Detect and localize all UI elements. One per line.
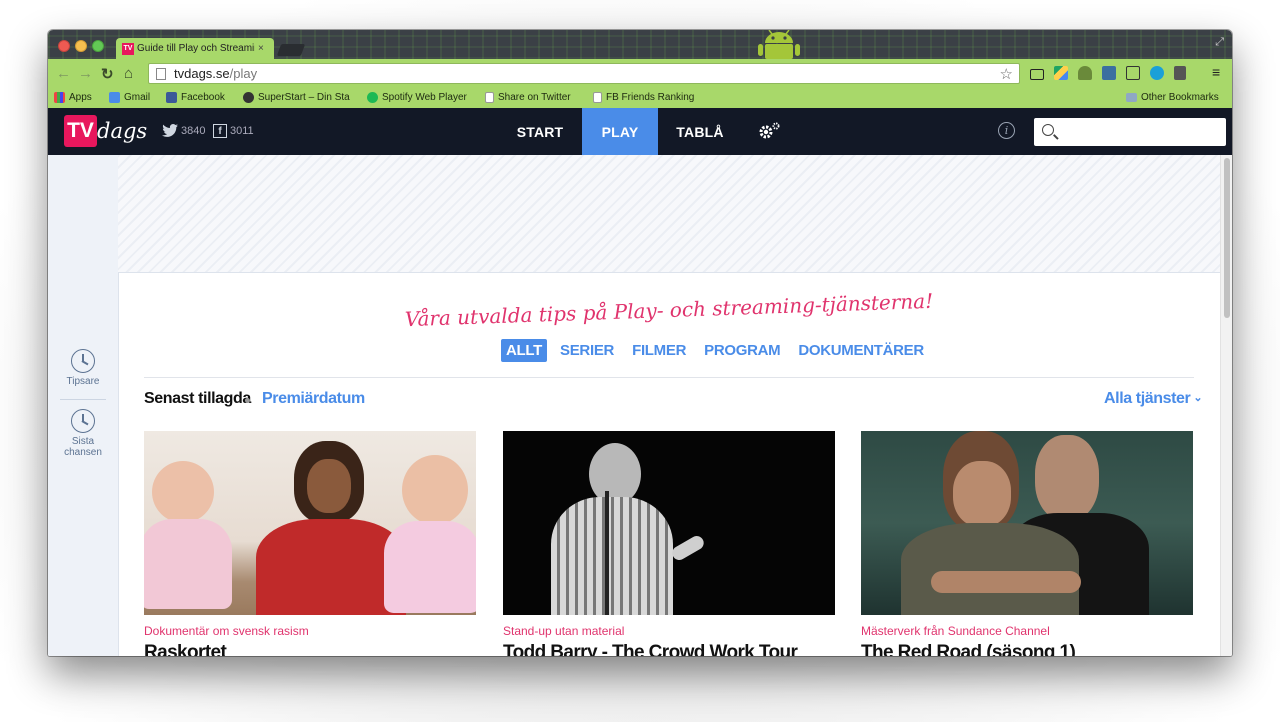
scrollbar-thumb[interactable] bbox=[1224, 158, 1230, 318]
tagline: Våra utvalda tips på Play- och streaming… bbox=[404, 288, 934, 332]
filter-allt[interactable]: ALLT bbox=[501, 339, 548, 362]
id-extension-icon[interactable] bbox=[1174, 66, 1186, 80]
profile-extension-icon[interactable] bbox=[1102, 66, 1116, 80]
nav-play[interactable]: PLAY bbox=[582, 108, 658, 155]
twitter-followers[interactable]: 3840 bbox=[162, 124, 205, 137]
tab-strip: TV Guide till Play och Streaming × ⤢ bbox=[48, 30, 1232, 59]
fullscreen-icon[interactable]: ⤢ bbox=[1215, 36, 1224, 49]
tab-title: Guide till Play och Streaming bbox=[137, 43, 255, 54]
card-title[interactable]: Todd Barry - The Crowd Work Tour bbox=[503, 642, 835, 656]
filter-filmer[interactable]: FILMER bbox=[627, 339, 691, 362]
tvdags-favicon-icon: TV bbox=[122, 42, 134, 55]
android-theme-icon bbox=[758, 30, 800, 59]
content-card[interactable]: Mästerverk från Sundance Channel The Red… bbox=[861, 431, 1193, 656]
filter-program[interactable]: PROGRAM bbox=[699, 339, 785, 362]
bookmark-facebook[interactable]: Facebook bbox=[166, 92, 225, 103]
url-host: tvdags.se bbox=[174, 66, 230, 81]
reload-icon[interactable]: ↻ bbox=[101, 65, 114, 83]
all-services-dropdown[interactable]: Alla tjänster ⌄ bbox=[1104, 390, 1203, 408]
tab-close-icon[interactable]: × bbox=[258, 43, 264, 54]
card-title[interactable]: Raskortet bbox=[144, 642, 476, 656]
twitter-bird-icon bbox=[162, 124, 178, 137]
settings-gear-icon[interactable] bbox=[757, 122, 781, 140]
sidebar-divider bbox=[60, 399, 106, 400]
close-window-button[interactable] bbox=[58, 40, 70, 52]
bookmark-share-twitter[interactable]: Share on Twitter bbox=[485, 92, 571, 103]
card-subtitle: Dokumentär om svensk rasism bbox=[144, 624, 309, 638]
home-icon[interactable]: ⌂ bbox=[124, 65, 133, 82]
browser-window: TV Guide till Play och Streaming × ⤢ ← →… bbox=[48, 30, 1232, 656]
url-path: /play bbox=[229, 66, 258, 81]
site-header: TV dags 3840 f 3011 START PLAY TABLÅ i bbox=[48, 108, 1232, 155]
facebook-count: 3011 bbox=[230, 125, 254, 137]
nav-start[interactable]: START bbox=[506, 108, 574, 155]
bookmark-superstart[interactable]: SuperStart – Din Sta bbox=[243, 92, 354, 103]
sidebar-item-sista-chansen[interactable]: Sista chansen bbox=[48, 409, 118, 458]
card-thumbnail-red-road[interactable] bbox=[861, 431, 1193, 615]
nav-tabla[interactable]: TABLÅ bbox=[666, 108, 734, 155]
page-icon bbox=[156, 67, 166, 80]
divider bbox=[144, 377, 1194, 378]
twitter-count: 3840 bbox=[181, 124, 206, 137]
clock-icon bbox=[71, 409, 95, 433]
filter-dokumentarer[interactable]: DOKUMENTÄRER bbox=[793, 339, 929, 362]
content-card[interactable]: Stand-up utan material Todd Barry - The … bbox=[503, 431, 835, 656]
logo-script-text[interactable]: dags bbox=[97, 119, 147, 143]
gmail-icon bbox=[109, 92, 120, 103]
spotify-icon bbox=[367, 92, 378, 103]
plant-extension-icon[interactable] bbox=[1078, 66, 1092, 80]
browser-tab[interactable]: TV Guide till Play och Streaming × bbox=[116, 38, 274, 59]
bookmark-apps[interactable]: Apps bbox=[54, 92, 92, 103]
sort-separator-dot bbox=[245, 398, 250, 403]
page-content: Tipsare Sista chansen Våra utvalda tips … bbox=[48, 155, 1232, 656]
sort-recently-added[interactable]: Senast tillagda bbox=[144, 390, 251, 408]
card-subtitle: Mästerverk från Sundance Channel bbox=[861, 624, 1050, 638]
filter-serier[interactable]: SERIER bbox=[555, 339, 619, 362]
m-extension-icon[interactable] bbox=[1150, 66, 1164, 80]
left-sidebar: Tipsare Sista chansen bbox=[48, 155, 119, 656]
facebook-icon bbox=[166, 92, 177, 103]
bookmark-fb-ranking[interactable]: FB Friends Ranking bbox=[593, 92, 694, 103]
browser-toolbar: ← → ↻ ⌂ tvdags.se/play ☆ ≡ bbox=[48, 59, 1232, 89]
folder-icon bbox=[1126, 93, 1137, 102]
gauge-icon bbox=[71, 349, 95, 373]
facebook-icon: f bbox=[213, 124, 227, 138]
page-icon bbox=[485, 92, 494, 103]
new-tab-button[interactable] bbox=[276, 44, 306, 56]
forward-icon[interactable]: → bbox=[78, 65, 93, 82]
mail-extension-icon[interactable] bbox=[1030, 69, 1044, 80]
search-input[interactable] bbox=[1034, 118, 1226, 146]
card-thumbnail-todd-barry[interactable] bbox=[503, 431, 835, 615]
card-subtitle: Stand-up utan material bbox=[503, 624, 625, 638]
facebook-likes[interactable]: f 3011 bbox=[213, 124, 254, 138]
page-icon bbox=[593, 92, 602, 103]
other-bookmarks[interactable]: Other Bookmarks bbox=[1126, 92, 1219, 103]
bookmarks-bar: Apps Gmail Facebook SuperStart – Din Sta… bbox=[48, 89, 1232, 109]
tvdags-logo[interactable]: TV bbox=[64, 115, 97, 147]
category-filters: ALLT SERIER FILMER PROGRAM DOKUMENTÄRER bbox=[501, 339, 929, 362]
info-icon[interactable]: i bbox=[998, 122, 1015, 139]
cast-extension-icon[interactable] bbox=[1126, 66, 1140, 80]
sidebar-item-tipsare[interactable]: Tipsare bbox=[48, 349, 118, 387]
minimize-window-button[interactable] bbox=[75, 40, 87, 52]
page-scrollbar[interactable] bbox=[1220, 155, 1232, 656]
address-bar[interactable]: tvdags.se/play ☆ bbox=[148, 63, 1020, 84]
bookmark-gmail[interactable]: Gmail bbox=[109, 92, 150, 103]
content-card[interactable]: Dokumentär om svensk rasism Raskortet bbox=[144, 431, 476, 656]
bookmark-star-icon[interactable]: ☆ bbox=[1000, 65, 1013, 83]
back-icon[interactable]: ← bbox=[56, 65, 71, 82]
superstart-icon bbox=[243, 92, 254, 103]
ad-banner-placeholder bbox=[118, 155, 1220, 273]
zoom-window-button[interactable] bbox=[92, 40, 104, 52]
card-title[interactable]: The Red Road (säsong 1) bbox=[861, 642, 1193, 656]
sort-premiere-date[interactable]: Premiärdatum bbox=[262, 390, 365, 408]
apps-grid-icon bbox=[54, 92, 65, 103]
menu-icon[interactable]: ≡ bbox=[1212, 64, 1220, 80]
bookmark-spotify[interactable]: Spotify Web Player bbox=[367, 92, 467, 103]
search-icon bbox=[1042, 124, 1054, 136]
card-thumbnail-raskortet[interactable] bbox=[144, 431, 476, 615]
chevron-down-icon: ⌄ bbox=[1193, 392, 1203, 404]
drive-extension-icon[interactable] bbox=[1054, 66, 1068, 80]
